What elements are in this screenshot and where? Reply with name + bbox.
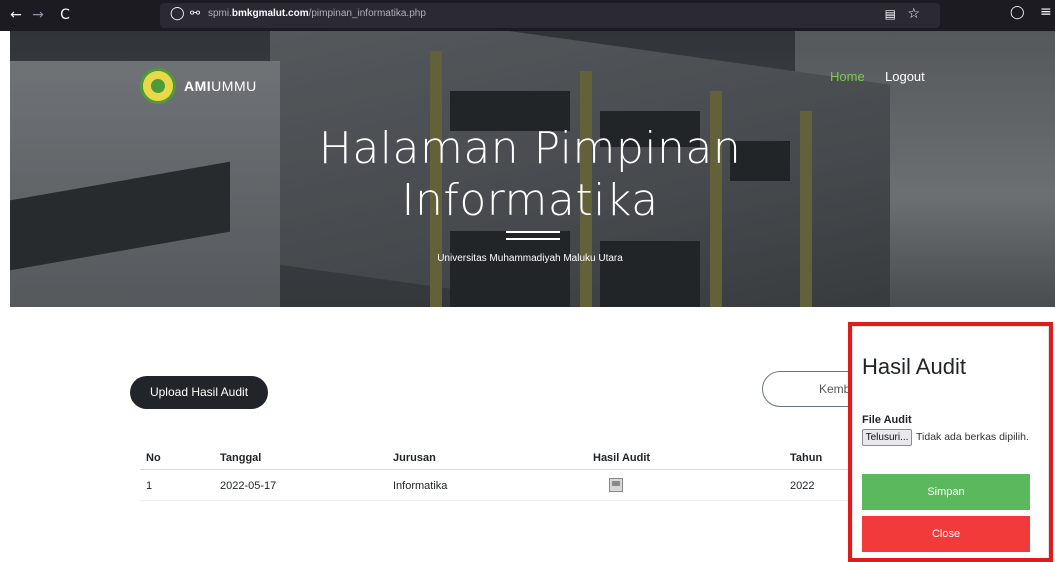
file-browse-button[interactable]: Telusuri... bbox=[862, 429, 912, 446]
table-header-tahun: Tahun bbox=[790, 452, 823, 464]
table-header-jurusan: Jurusan bbox=[393, 452, 436, 464]
logo-emblem bbox=[151, 79, 165, 93]
forward-arrow-icon[interactable]: → bbox=[28, 5, 48, 25]
table-header-no: No bbox=[146, 452, 161, 464]
table-header-hasil-audit: Hasil Audit bbox=[593, 452, 651, 464]
reload-icon[interactable]: C bbox=[55, 5, 75, 25]
back-arrow-icon[interactable]: ← bbox=[6, 5, 26, 25]
bookmark-star-icon[interactable]: ☆ bbox=[907, 6, 920, 22]
browser-toolbar: ← → C ◯ ⚯ spmi.bmkgmalut.com/pimpinan_in… bbox=[0, 0, 1055, 31]
close-button[interactable]: Close bbox=[862, 516, 1030, 552]
page-title: Halaman Pimpinan Informatika bbox=[300, 123, 760, 227]
lock-icon[interactable]: ⚯ bbox=[190, 6, 200, 20]
nav-logout-link[interactable]: Logout bbox=[885, 69, 925, 84]
table-cell-no: 1 bbox=[146, 480, 153, 492]
reader-view-icon[interactable]: ▤ bbox=[885, 7, 896, 21]
nav-home-link[interactable]: Home bbox=[830, 69, 865, 84]
tracking-shield-icon[interactable]: ◯ bbox=[170, 6, 185, 21]
pocket-icon[interactable]: ◯ bbox=[1010, 5, 1025, 20]
page-title-line1: Halaman Pimpinan bbox=[318, 123, 742, 174]
url-text[interactable]: spmi.bmkgmalut.com/pimpinan_informatika.… bbox=[208, 8, 426, 19]
page-title-line2: Informatika bbox=[401, 175, 659, 226]
logo[interactable] bbox=[140, 68, 176, 104]
table-row-divider bbox=[140, 500, 860, 501]
table-header-divider bbox=[140, 469, 860, 470]
modal-title: Hasil Audit bbox=[862, 354, 966, 379]
table-cell-jurusan: Informatika bbox=[393, 480, 448, 492]
table-cell-tahun: 2022 bbox=[790, 480, 815, 492]
image-icon[interactable] bbox=[609, 478, 623, 492]
table-header-tanggal: Tanggal bbox=[220, 452, 262, 464]
brand-name[interactable]: AMIUMMU bbox=[184, 78, 257, 94]
menu-icon[interactable]: ≡ bbox=[1040, 4, 1052, 20]
title-divider bbox=[506, 238, 560, 240]
file-status-text: Tidak ada berkas dipilih. bbox=[916, 431, 1029, 443]
page-subtitle: Universitas Muhammadiyah Maluku Utara bbox=[437, 253, 623, 264]
table-cell-tanggal: 2022-05-17 bbox=[220, 480, 277, 492]
upload-hasil-audit-button[interactable]: Upload Hasil Audit bbox=[130, 376, 268, 409]
simpan-button[interactable]: Simpan bbox=[862, 474, 1030, 510]
address-bar[interactable]: ◯ ⚯ spmi.bmkgmalut.com/pimpinan_informat… bbox=[160, 3, 940, 28]
file-audit-label: File Audit bbox=[862, 414, 912, 426]
title-divider bbox=[506, 231, 560, 233]
